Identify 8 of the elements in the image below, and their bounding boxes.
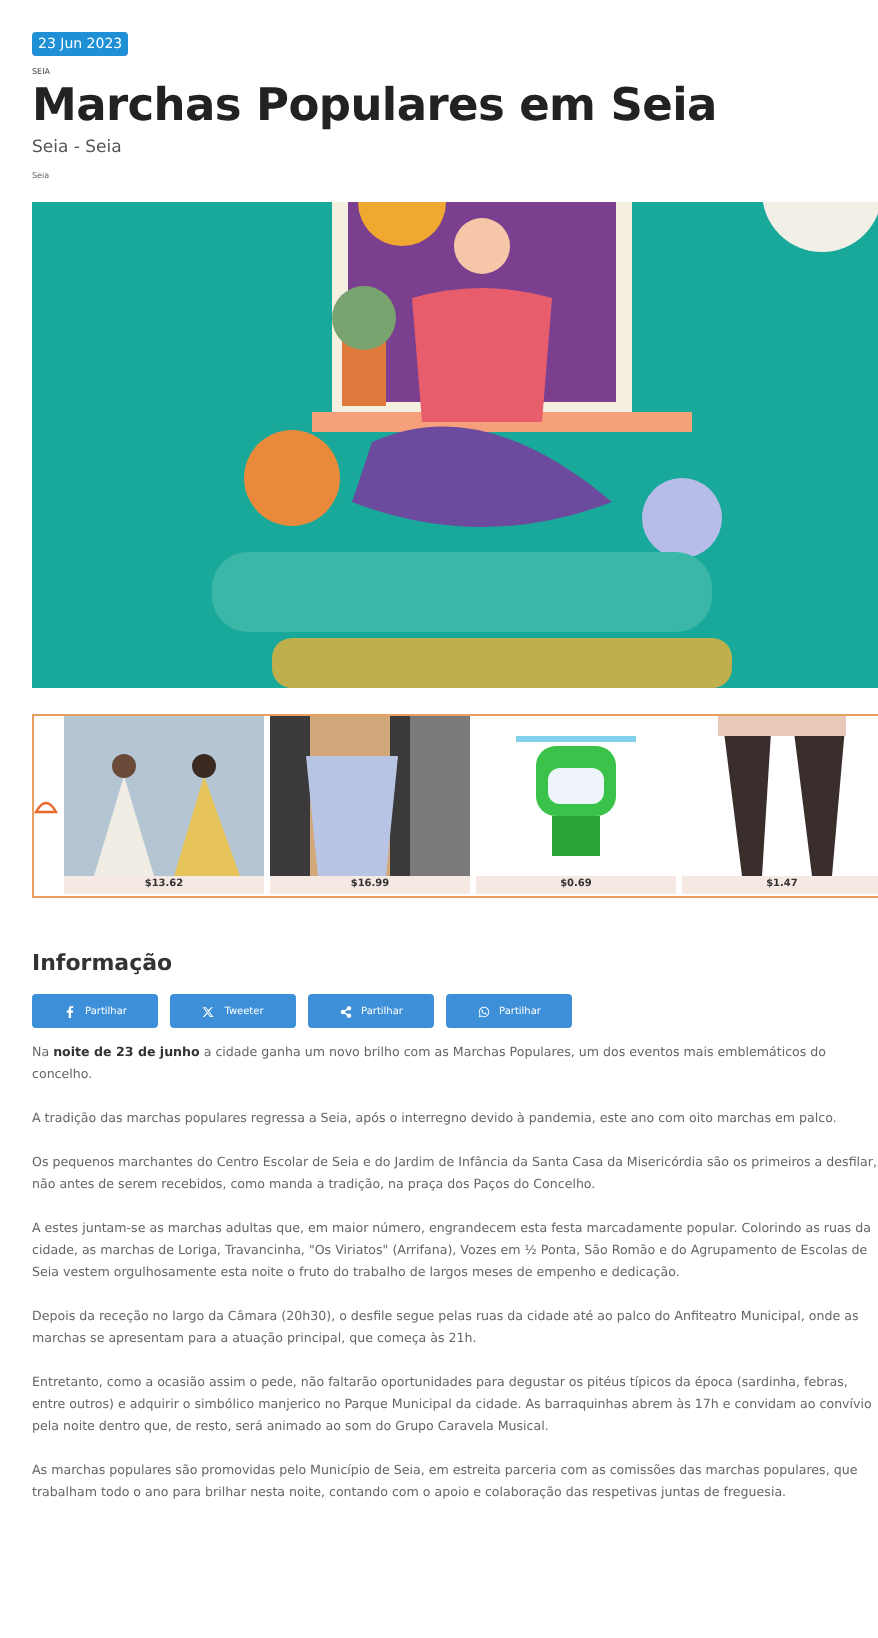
x-logo-icon <box>202 1005 215 1017</box>
section-title: Informação <box>32 950 175 976</box>
share-icon <box>339 1005 352 1017</box>
logo-icon <box>34 798 58 814</box>
whatsapp-icon <box>477 1005 490 1017</box>
facebook-icon <box>63 1005 76 1017</box>
location-text: Seia - Seia <box>32 138 124 158</box>
page-title: Marchas Populares em Seia <box>32 80 719 134</box>
